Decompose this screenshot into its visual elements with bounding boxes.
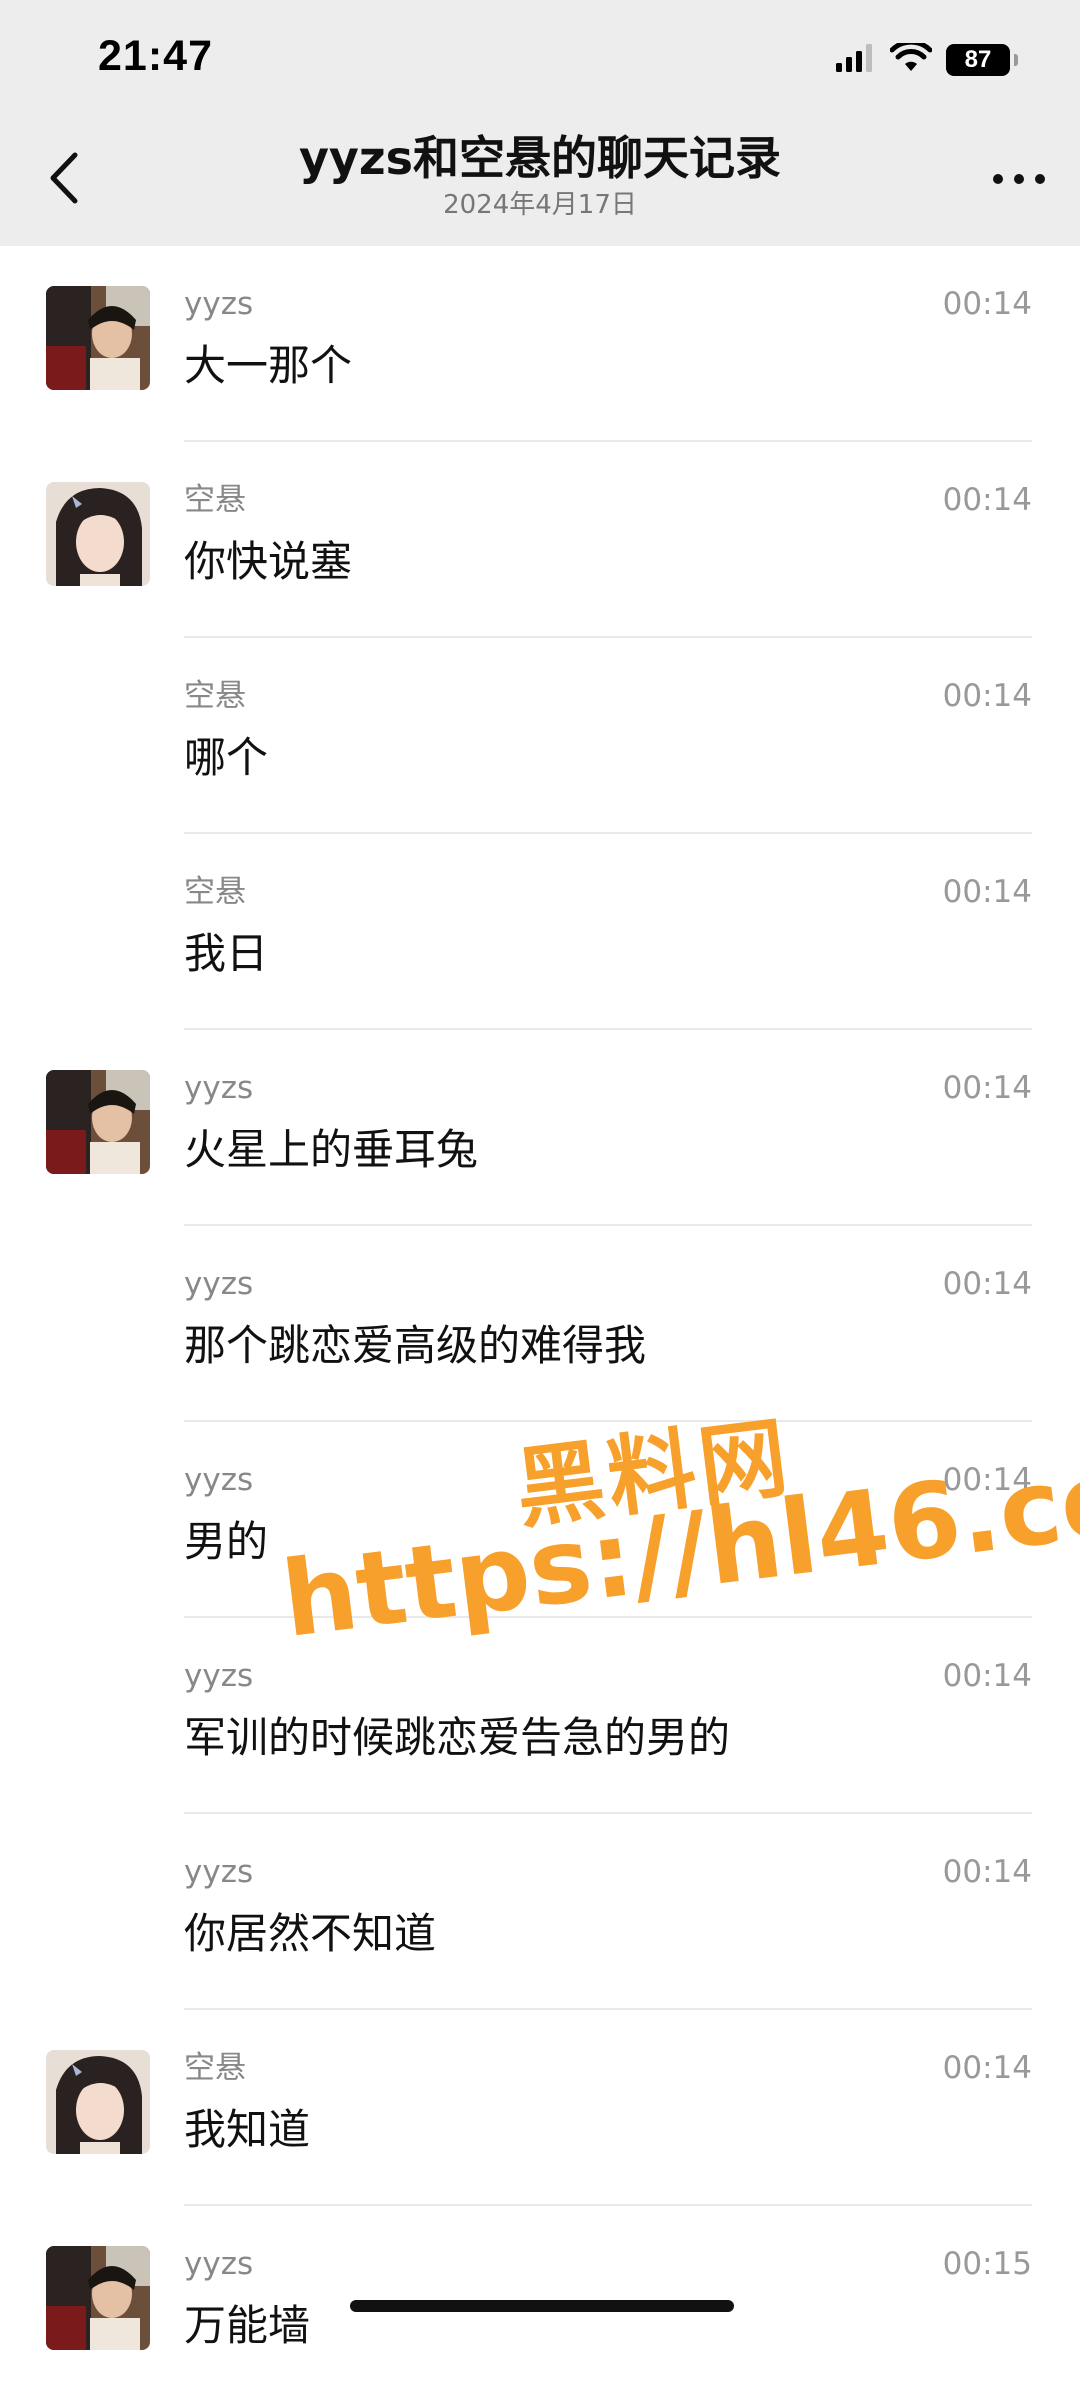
nav-title-group: yyzs和空悬的聊天记录 2024年4月17日 (210, 130, 870, 222)
message-sender: 空悬 (184, 874, 246, 910)
message-text: 那个跳恋爱高级的难得我 (184, 1321, 647, 1370)
message-item[interactable]: yyzs 00:14 火星上的垂耳兔 (0, 1030, 1080, 1226)
message-text: 大一那个 (184, 341, 353, 390)
status-icons: 87 (836, 39, 1018, 80)
cellular-signal-icon (836, 44, 876, 76)
message-item[interactable]: yyzs 00:14 军训的时候跳恋爱告急的男的 (0, 1618, 1080, 1814)
message-text: 你居然不知道 (184, 1909, 437, 1958)
back-button[interactable] (28, 140, 98, 220)
avatar-yyzs[interactable] (46, 2246, 150, 2350)
message-item[interactable]: yyzs 00:14 大一那个 (0, 246, 1080, 442)
message-time: 00:14 (942, 2050, 1032, 2086)
avatar-yyzs[interactable] (46, 1070, 150, 1174)
page-subtitle: 2024年4月17日 (443, 190, 637, 220)
message-sender: yyzs (184, 1658, 254, 1694)
avatar-kongxuan[interactable] (46, 482, 150, 586)
message-item[interactable]: 空悬 00:14 我知道 (0, 2010, 1080, 2206)
message-text: 我日 (184, 929, 269, 978)
nav-bar: yyzs和空悬的聊天记录 2024年4月17日 (0, 120, 1080, 246)
avatar-kongxuan[interactable] (46, 2050, 150, 2154)
chevron-left-icon (47, 151, 79, 209)
message-sender: yyzs (184, 1462, 254, 1498)
message-sender: yyzs (184, 1854, 254, 1890)
message-item[interactable]: 空悬 00:14 哪个 (0, 638, 1080, 834)
message-text: 你快说塞 (184, 537, 353, 586)
message-item[interactable]: 空悬 00:14 我日 (0, 834, 1080, 1030)
message-item[interactable]: yyzs 00:14 男的 (0, 1422, 1080, 1618)
message-time: 00:14 (942, 874, 1032, 910)
wifi-icon (889, 39, 933, 77)
message-time: 00:15 (942, 2246, 1032, 2282)
message-time: 00:14 (942, 286, 1032, 322)
more-button[interactable] (984, 154, 1054, 204)
message-time: 00:14 (942, 1658, 1032, 1694)
message-time: 00:14 (942, 1070, 1032, 1106)
home-indicator[interactable] (350, 2300, 734, 2312)
avatar-yyzs[interactable] (46, 286, 150, 390)
message-sender: yyzs (184, 286, 254, 322)
message-text: 男的 (184, 1517, 269, 1566)
more-horizontal-icon (992, 170, 1046, 189)
message-sender: yyzs (184, 2246, 254, 2282)
message-text: 火星上的垂耳兔 (184, 1125, 479, 1174)
message-sender: 空悬 (184, 678, 246, 714)
message-time: 00:14 (942, 1854, 1032, 1890)
battery-icon: 87 (946, 44, 1018, 76)
message-time: 00:14 (942, 1266, 1032, 1302)
message-time: 00:14 (942, 482, 1032, 518)
top-chrome: 21:47 87 yyzs和空悬的聊天记录 2024年4月17日 (0, 0, 1080, 246)
message-time: 00:14 (942, 1462, 1032, 1498)
message-text: 我知道 (184, 2105, 311, 2154)
message-sender: 空悬 (184, 482, 246, 518)
message-sender: yyzs (184, 1266, 254, 1302)
message-text: 军训的时候跳恋爱告急的男的 (184, 1713, 731, 1762)
message-sender: 空悬 (184, 2050, 246, 2086)
message-list: yyzs 00:14 大一那个 空悬 00:14 你快说塞 空悬 00:14 哪… (0, 246, 1080, 2402)
message-text: 哪个 (184, 733, 269, 782)
message-sender: yyzs (184, 1070, 254, 1106)
page-title: yyzs和空悬的聊天记录 (298, 131, 782, 185)
status-time: 21:47 (98, 32, 213, 80)
status-bar: 21:47 87 (0, 0, 1080, 120)
message-time: 00:14 (942, 678, 1032, 714)
message-item[interactable]: yyzs 00:14 你居然不知道 (0, 1814, 1080, 2010)
message-text: 万能墙 (184, 2301, 311, 2350)
message-item[interactable]: 空悬 00:14 你快说塞 (0, 442, 1080, 638)
message-item[interactable]: yyzs 00:14 那个跳恋爱高级的难得我 (0, 1226, 1080, 1422)
